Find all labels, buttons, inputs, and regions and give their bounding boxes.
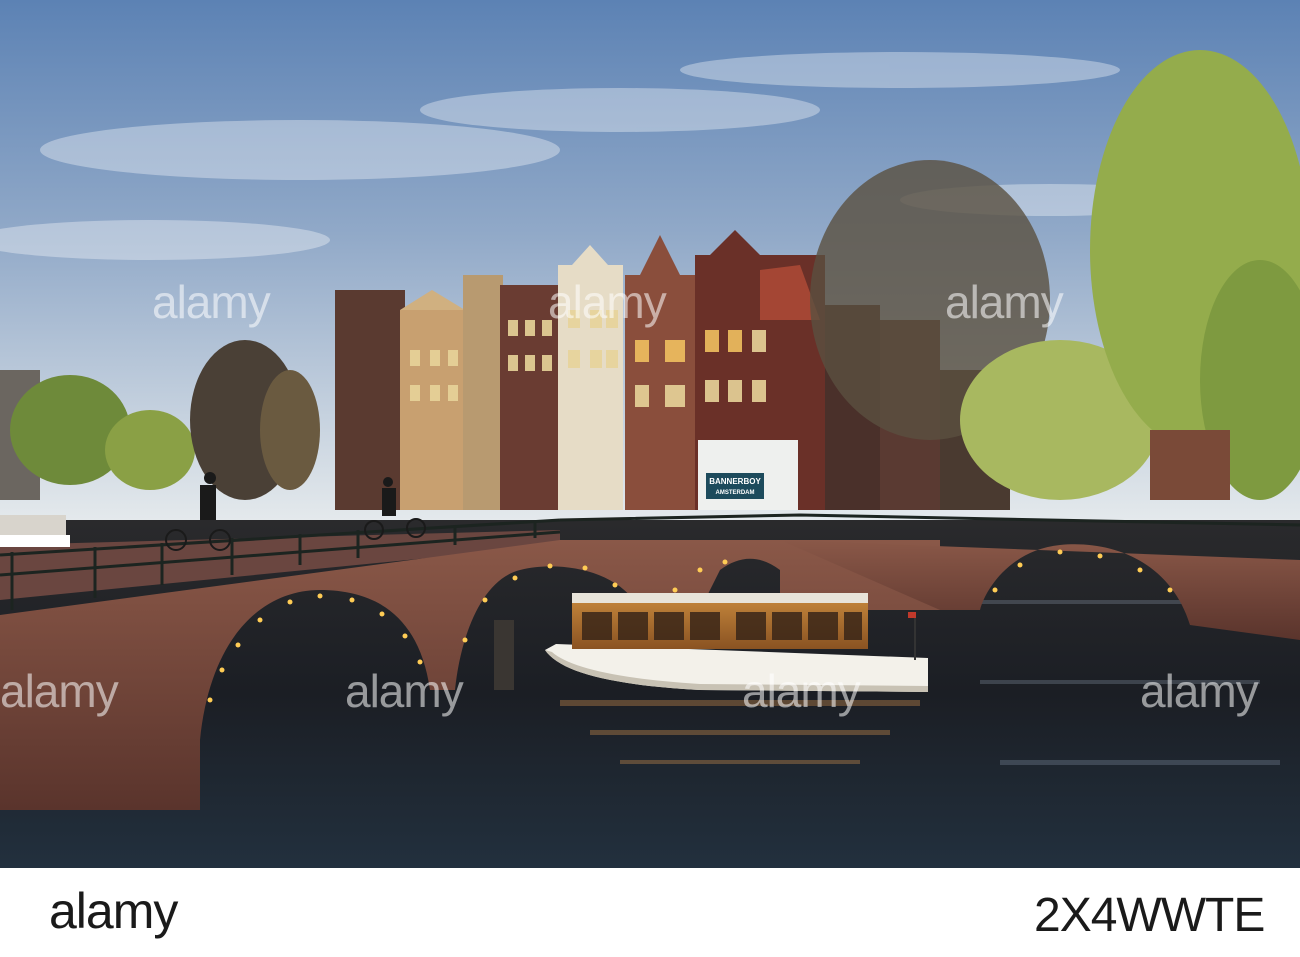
shop-sign-line1: BANNERBOY	[709, 477, 761, 486]
photo: BANNERBOY AMSTERDAM	[0, 0, 1300, 868]
mooring-post	[494, 620, 514, 690]
footer-bar: alamy 2X4WWTE	[0, 868, 1300, 957]
alamy-logo[interactable]: alamy	[49, 882, 178, 940]
small-boat-left	[0, 515, 70, 547]
shop-sign-line2: AMSTERDAM	[716, 490, 755, 496]
image-id: 2X4WWTE	[1034, 889, 1265, 942]
photo-scene: BANNERBOY AMSTERDAM	[0, 0, 1300, 868]
